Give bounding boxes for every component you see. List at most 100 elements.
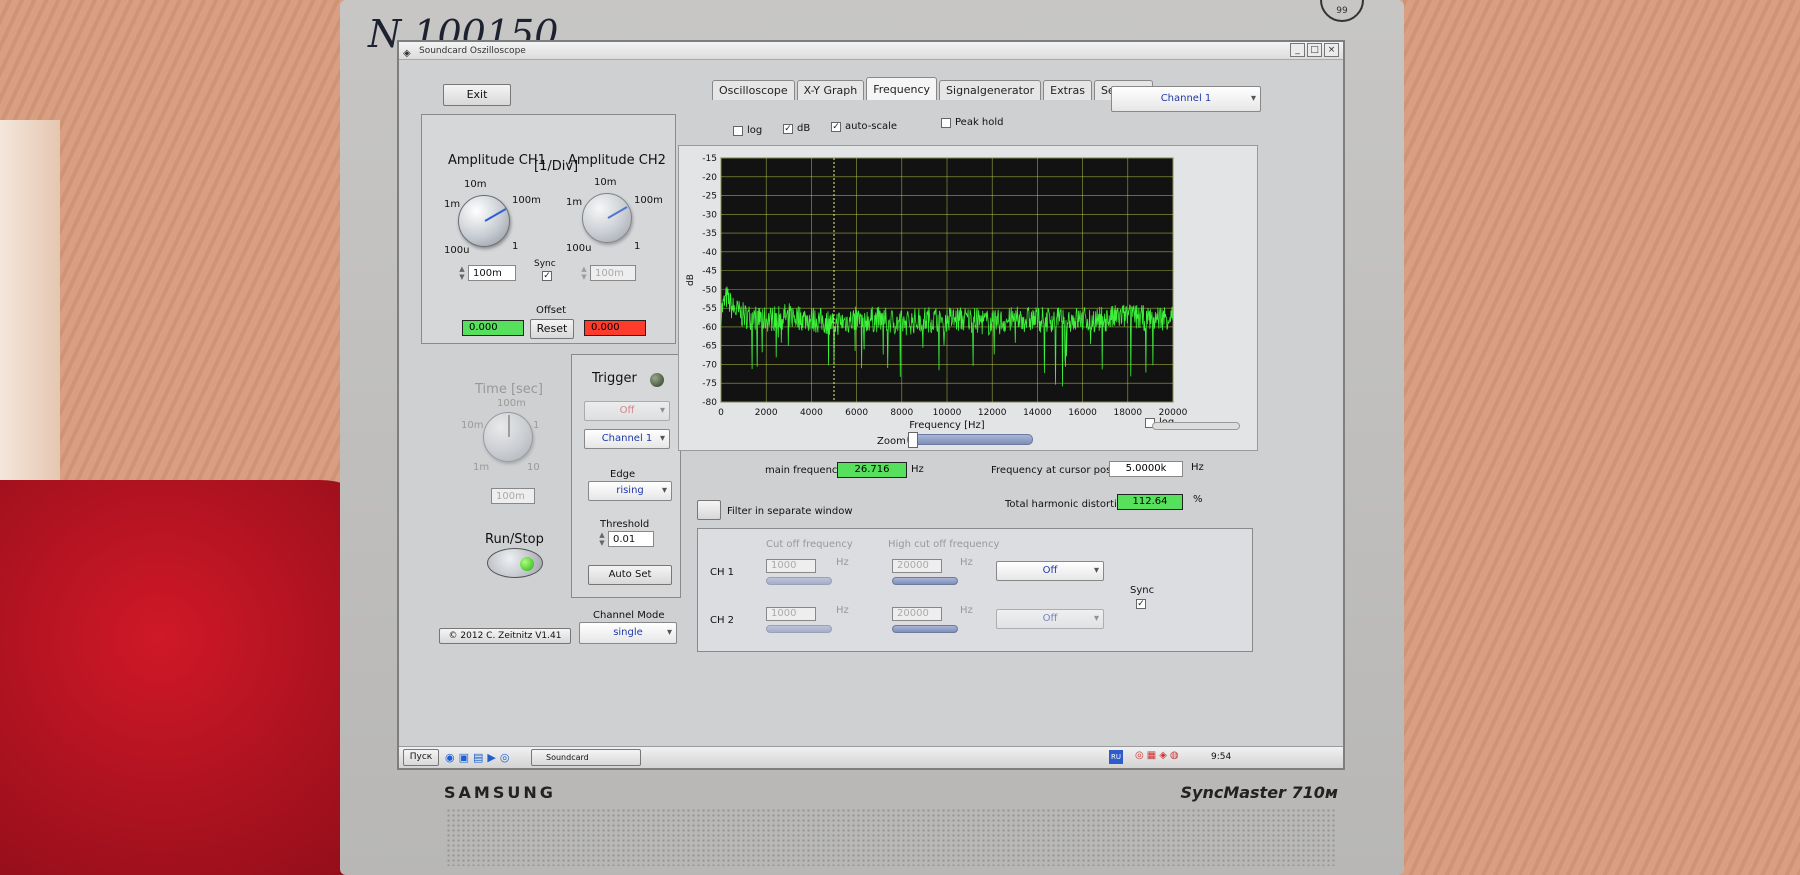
ch2-knob-needle (607, 206, 628, 219)
ch2-low-cutoff-field[interactable]: 1000 (766, 607, 816, 621)
thd-unit: % (1193, 494, 1203, 505)
tab-oscilloscope[interactable]: Oscilloscope (712, 80, 795, 100)
high-cutoff-frequency-label: High cut off frequency (888, 539, 1000, 550)
amplitude-panel: Amplitude CH1 [1/Div] Amplitude CH2 10m … (421, 114, 676, 344)
ch2-scale-1: 1 (634, 241, 641, 252)
time-field[interactable]: 100m (491, 488, 535, 504)
peak-hold-checkbox[interactable] (941, 118, 951, 128)
close-button[interactable]: × (1324, 43, 1339, 57)
screen: ◈ Soundcard Oszilloscope _ □ × Exit Ampl… (397, 40, 1345, 770)
ch1-low-unit: Hz (836, 557, 849, 568)
run-stop-button[interactable] (487, 548, 543, 578)
speaker-grille (446, 808, 1336, 866)
threshold-field[interactable]: 0.01 (608, 531, 654, 547)
ch2-filter-mode-dropdown[interactable]: Off (996, 609, 1104, 629)
ch2-amplitude-field[interactable]: 100m (590, 265, 636, 281)
threshold-label: Threshold (600, 519, 650, 530)
x-tick-label: 10000 (933, 408, 962, 418)
taskbar-app-button[interactable]: Soundcard Oszilloscope (531, 749, 641, 766)
peak-hold-label: Peak hold (955, 117, 1004, 128)
amplitude-ch1-label: Amplitude CH1 (448, 153, 546, 168)
amplitude-ch1-knob[interactable] (458, 195, 510, 247)
filter-window-button[interactable] (697, 500, 721, 520)
channel-select-dropdown[interactable]: Channel 1 (1111, 86, 1261, 112)
opera-icon[interactable]: ◎ (500, 751, 510, 764)
tray-security-icon[interactable]: ◍ (1170, 750, 1179, 761)
log-checkbox[interactable] (733, 126, 743, 136)
main-frequency-unit: Hz (911, 464, 924, 475)
y-axis-label: dB (686, 274, 696, 286)
ch1-offset-field[interactable]: 0.000 (462, 320, 524, 336)
monitor-badge: 99 (1320, 0, 1364, 22)
ie-icon[interactable]: ◉ (445, 751, 455, 764)
ch1-low-cutoff-slider[interactable] (766, 577, 832, 585)
time-knob[interactable] (483, 412, 533, 462)
x-tick-label: 4000 (800, 408, 823, 418)
ch1-amplitude-spinner[interactable]: ▲ ▼ (458, 265, 466, 281)
tab-xy-graph[interactable]: X-Y Graph (796, 80, 865, 100)
window-controls: _ □ × (1290, 43, 1339, 57)
tab-signalgenerator[interactable]: Signalgenerator (939, 80, 1042, 100)
monitor-bezel: N 100150 99 SAMSUNG SyncMaster 710м ◈ So… (340, 0, 1404, 875)
ch2-high-cutoff-field[interactable]: 20000 (892, 607, 942, 621)
desktop-icon[interactable]: ▣ (459, 751, 469, 764)
horizontal-scrollbar[interactable] (1152, 422, 1240, 430)
clock: 9:54 (1211, 752, 1232, 762)
zoom-slider-thumb[interactable] (908, 432, 918, 448)
x-tick-label: 2000 (755, 408, 778, 418)
ch2-scale-100u: 100u (566, 243, 592, 254)
auto-scale-label: auto-scale (845, 121, 898, 132)
amplitude-ch2-knob[interactable] (582, 193, 632, 243)
y-tick-label: -60 (702, 323, 717, 333)
y-tick-label: -40 (702, 248, 717, 258)
ch2-offset-field[interactable]: 0.000 (584, 320, 646, 336)
start-button[interactable]: Пуск (403, 749, 439, 766)
media-icon[interactable]: ▶ (487, 751, 495, 764)
channel-mode-label: Channel Mode (593, 610, 665, 621)
ch1-amplitude-field[interactable]: 100m (468, 265, 516, 281)
ch1-low-cutoff-field[interactable]: 1000 (766, 559, 816, 573)
filter-sync-checkbox[interactable]: ✓ (1136, 599, 1146, 609)
ch2-low-cutoff-slider[interactable] (766, 625, 832, 633)
tray-opera-icon[interactable]: ◎ (1135, 750, 1144, 761)
offset-reset-button[interactable]: Reset (530, 319, 574, 339)
tab-frequency[interactable]: Frequency (866, 77, 938, 100)
time-scale-1m: 1m (473, 462, 490, 473)
trigger-mode-dropdown[interactable]: Off (584, 401, 670, 421)
explorer-icon[interactable]: ▤ (473, 751, 483, 764)
ch1-filter-mode-dropdown[interactable]: Off (996, 561, 1104, 581)
tray-volume-icon[interactable]: ◈ (1159, 750, 1167, 761)
time-scale-10: 10 (527, 462, 540, 473)
tray-network-icon[interactable]: ▦ (1147, 750, 1156, 761)
cutoff-frequency-label: Cut off frequency (766, 539, 853, 550)
ch1-scale-10m: 10m (464, 179, 487, 190)
edge-dropdown[interactable]: rising (588, 481, 672, 501)
zoom-slider[interactable] (907, 432, 1033, 448)
minimize-button[interactable]: _ (1290, 43, 1305, 57)
language-indicator[interactable]: RU (1109, 750, 1123, 764)
ch2-amplitude-spinner[interactable]: ▲ ▼ (580, 265, 588, 281)
auto-scale-checkbox[interactable]: ✓ (831, 122, 841, 132)
ch2-high-cutoff-slider[interactable] (892, 625, 958, 633)
db-checkbox[interactable]: ✓ (783, 124, 793, 134)
maximize-button[interactable]: □ (1307, 43, 1322, 57)
auto-set-button[interactable]: Auto Set (588, 565, 672, 585)
ch1-high-cutoff-slider[interactable] (892, 577, 958, 585)
ch1-scale-1m: 1m (444, 199, 461, 210)
y-tick-label: -50 (702, 285, 717, 295)
trigger-channel-dropdown[interactable]: Channel 1 (584, 429, 670, 449)
run-stop-label: Run/Stop (485, 532, 544, 547)
ch1-high-cutoff-field[interactable]: 20000 (892, 559, 942, 573)
amp-sync-checkbox[interactable]: ✓ (542, 271, 552, 281)
spectrum-plot-frame: 0 2000 4000 6000 8000 10000 12000 14000 16000 180… (678, 145, 1258, 451)
threshold-spinner[interactable]: ▲ ▼ (598, 531, 606, 547)
y-tick-label: -15 (702, 154, 717, 164)
copyright-button[interactable]: © 2012 C. Zeitnitz V1.41 (439, 628, 571, 644)
spectrum-chart: 0 2000 4000 6000 8000 10000 12000 14000 16000 180… (686, 154, 1188, 431)
channel-mode-dropdown[interactable]: single (579, 622, 677, 644)
x-tick-label: 16000 (1068, 408, 1097, 418)
exit-button[interactable]: Exit (443, 84, 511, 106)
main-frequency-value: 26.716 (837, 462, 907, 478)
tab-extras[interactable]: Extras (1043, 80, 1092, 100)
ch2-scale-100m: 100m (634, 195, 663, 206)
